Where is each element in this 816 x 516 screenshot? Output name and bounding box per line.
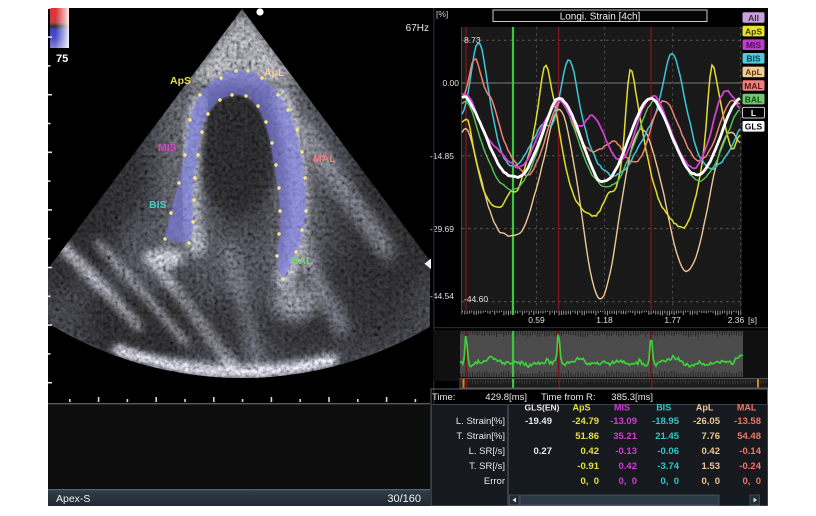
svg-text:ApL: ApL [696,403,714,413]
svg-text:30/160: 30/160 [387,493,421,505]
svg-text:0.27: 0.27 [534,446,553,457]
svg-text:Apex-S: Apex-S [56,493,90,505]
svg-text:BAL: BAL [745,94,762,104]
svg-text:0, 0: 0, 0 [619,476,638,487]
svg-text:429.8[ms]: 429.8[ms] [485,392,527,403]
svg-text:GLS: GLS [745,122,763,132]
svg-text:BIS: BIS [746,54,761,64]
svg-text:ApL: ApL [264,67,285,79]
svg-text:MIS: MIS [158,142,177,154]
svg-text:MIS: MIS [746,40,761,50]
svg-text:BIS: BIS [656,403,671,413]
svg-text:0.00: 0.00 [442,78,459,88]
svg-text:35.21: 35.21 [613,431,637,442]
svg-text:T. Strain[%]: T. Strain[%] [456,431,505,442]
svg-text:0, 0: 0, 0 [661,476,680,487]
svg-text:1.18: 1.18 [596,315,613,325]
svg-text:MAL: MAL [744,81,762,91]
svg-text:L. Strain[%]: L. Strain[%] [456,416,505,427]
svg-text:BAL: BAL [291,255,313,267]
svg-text:All: All [748,13,759,23]
svg-text:-0.13: -0.13 [615,446,637,457]
svg-text:-19.49: -19.49 [525,416,552,427]
svg-text:MIS: MIS [614,403,630,413]
svg-text:67Hz: 67Hz [406,23,429,34]
svg-text:2.36: 2.36 [728,315,745,325]
svg-text:Time from R:: Time from R: [541,392,596,403]
svg-text:-18.95: -18.95 [652,416,680,427]
svg-text:0, 0: 0, 0 [743,476,762,487]
svg-text:-13.58: -13.58 [734,416,761,427]
svg-text:BIS: BIS [149,199,167,211]
svg-text:1.77: 1.77 [664,315,681,325]
svg-text:0, 0: 0, 0 [581,476,600,487]
svg-text:51.86: 51.86 [575,431,599,442]
svg-text:54.48: 54.48 [737,431,761,442]
svg-text:-0.91: -0.91 [577,461,599,472]
svg-text:-44.60: -44.60 [464,294,488,304]
svg-text:-0.24: -0.24 [739,461,761,472]
svg-text:0.42: 0.42 [619,461,638,472]
svg-text:-0.14: -0.14 [739,446,761,457]
svg-text:Time:: Time: [432,392,455,403]
svg-text:-0.06: -0.06 [657,446,679,457]
svg-text:L. SR[/s]: L. SR[/s] [469,446,505,457]
svg-text:-3.74: -3.74 [657,461,679,472]
svg-text:0.42: 0.42 [581,446,600,457]
svg-text:MAL: MAL [313,153,336,165]
svg-text:MAL: MAL [737,403,757,413]
svg-text:-13.09: -13.09 [610,416,637,427]
svg-text:8.73: 8.73 [464,35,481,45]
svg-text:0, 0: 0, 0 [702,476,721,487]
svg-text:21.45: 21.45 [655,431,679,442]
svg-text:0.42: 0.42 [702,446,721,457]
svg-text:[s]: [s] [748,315,757,325]
svg-text:385.3[ms]: 385.3[ms] [611,392,653,403]
svg-text:-26.05: -26.05 [693,416,721,427]
svg-text:1.53: 1.53 [702,461,721,472]
svg-text:7.76: 7.76 [702,431,721,442]
svg-text:T. SR[/s]: T. SR[/s] [469,461,505,472]
svg-text:-24.79: -24.79 [572,416,599,427]
svg-text:Error: Error [484,476,505,487]
svg-text:ApS: ApS [573,403,591,413]
svg-text:ApL: ApL [745,67,762,77]
svg-text:75: 75 [56,53,68,65]
svg-text:GLS(EN): GLS(EN) [525,403,560,413]
svg-text:L: L [751,108,756,118]
svg-text:[%]: [%] [436,9,448,19]
svg-text:ApS: ApS [170,75,191,87]
svg-text:ApS: ApS [745,26,762,36]
svg-text:0.59: 0.59 [528,315,545,325]
svg-text:Longi. Strain [4ch]: Longi. Strain [4ch] [560,12,641,23]
